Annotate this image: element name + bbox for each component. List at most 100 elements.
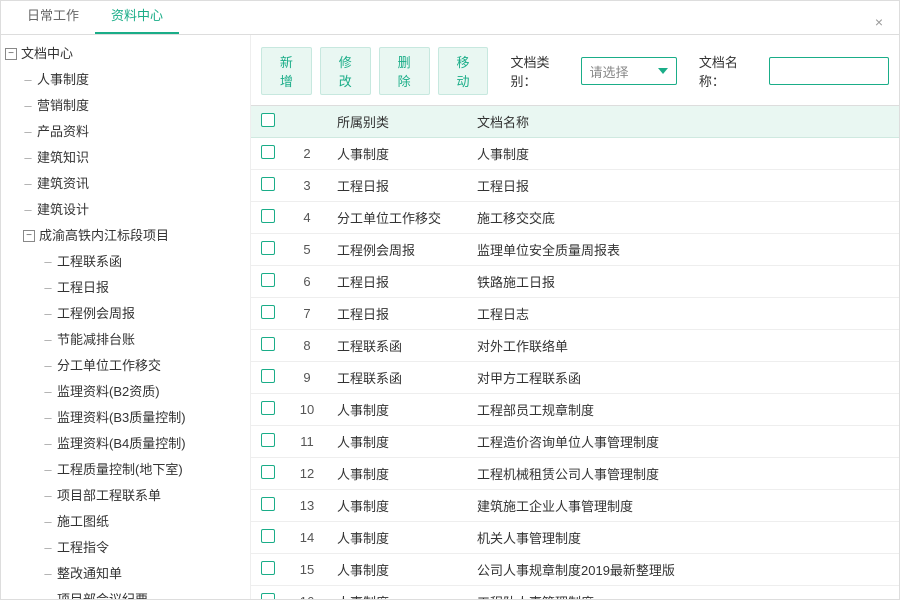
row-checkbox[interactable] [261,369,275,383]
tree-node[interactable]: –工程日报 [43,275,250,301]
table-row[interactable]: 10人事制度工程部员工规章制度 [251,394,899,426]
close-tab-icon[interactable]: × [869,10,889,34]
row-category: 人事制度 [329,138,469,170]
tree-node[interactable]: –工程例会周报 [43,301,250,327]
row-doc-name: 工程机械租赁公司人事管理制度 [469,458,899,490]
toolbar: 新增 修改 删除 移动 文档类别： 请选择 文档名称： [251,35,899,105]
tree-node[interactable]: −成渝高铁内江标段项目 [23,223,250,249]
table-row[interactable]: 12人事制度工程机械租赁公司人事管理制度 [251,458,899,490]
tree-node[interactable]: –建筑资讯 [23,171,250,197]
body: − 文档中心 –人事制度–营销制度–产品资料–建筑知识–建筑资讯–建筑设计−成渝… [1,35,899,599]
tree-node-label: 成渝高铁内江标段项目 [39,223,169,249]
row-checkbox[interactable] [261,401,275,415]
tree-node-label: 人事制度 [37,67,89,93]
row-checkbox[interactable] [261,241,275,255]
tree-node-label: 项目部工程联系单 [57,483,161,509]
leaf-dash-icon: – [43,327,53,353]
row-checkbox[interactable] [261,145,275,159]
tree-node[interactable]: –工程指令 [43,535,250,561]
tree-node[interactable]: –建筑设计 [23,197,250,223]
tree-node[interactable]: –监理资料(B2资质) [43,379,250,405]
row-checkbox[interactable] [261,337,275,351]
leaf-dash-icon: – [43,301,53,327]
collapse-icon[interactable]: − [5,48,17,60]
tree-node[interactable]: –工程联系函 [43,249,250,275]
table-row[interactable]: 11人事制度工程造价咨询单位人事管理制度 [251,426,899,458]
table-row[interactable]: 13人事制度建筑施工企业人事管理制度 [251,490,899,522]
row-index: 15 [285,554,329,586]
tree-node[interactable]: –分工单位工作移交 [43,353,250,379]
table-row[interactable]: 9工程联系函对甲方工程联系函 [251,362,899,394]
row-checkbox[interactable] [261,593,275,599]
documents-table: 所属别类 文档名称 2人事制度人事制度3工程日报工程日报4分工单位工作移交施工移… [251,106,899,599]
header-index [285,106,329,138]
category-select[interactable]: 请选择 [581,57,677,85]
row-checkbox[interactable] [261,497,275,511]
table-row[interactable]: 15人事制度公司人事规章制度2019最新整理版 [251,554,899,586]
row-index: 6 [285,266,329,298]
tree-node-label: 工程联系函 [57,249,122,275]
row-doc-name: 对甲方工程联系函 [469,362,899,394]
header-category[interactable]: 所属别类 [329,106,469,138]
add-button[interactable]: 新增 [261,47,312,95]
sidebar-tree: − 文档中心 –人事制度–营销制度–产品资料–建筑知识–建筑资讯–建筑设计−成渝… [1,35,251,599]
tree-node[interactable]: –建筑知识 [23,145,250,171]
leaf-dash-icon: – [43,509,53,535]
tree-node-label: 文档中心 [21,41,73,67]
table-row[interactable]: 7工程日报工程日志 [251,298,899,330]
tree-node[interactable]: –项目部工程联系单 [43,483,250,509]
tree-node[interactable]: –监理资料(B4质量控制) [43,431,250,457]
tree-node-label: 建筑知识 [37,145,89,171]
table-row[interactable]: 16人事制度工程队人事管理制度 [251,586,899,600]
tree-node[interactable]: –项目部会议纪要 [43,587,250,599]
row-index: 8 [285,330,329,362]
edit-button[interactable]: 修改 [320,47,371,95]
move-button[interactable]: 移动 [438,47,489,95]
tree-node-label: 工程质量控制(地下室) [57,457,183,483]
tree-node-label: 产品资料 [37,119,89,145]
collapse-icon[interactable]: − [23,230,35,242]
leaf-dash-icon: – [43,431,53,457]
tab-data-center[interactable]: 资料中心 [95,0,179,34]
tree-node[interactable]: –人事制度 [23,67,250,93]
select-all-checkbox[interactable] [261,113,275,127]
table-row[interactable]: 2人事制度人事制度 [251,138,899,170]
leaf-dash-icon: – [43,535,53,561]
row-index: 7 [285,298,329,330]
row-doc-name: 施工移交交底 [469,202,899,234]
row-checkbox[interactable] [261,177,275,191]
tree-node[interactable]: –节能减排台账 [43,327,250,353]
table-row[interactable]: 4分工单位工作移交施工移交交底 [251,202,899,234]
row-checkbox[interactable] [261,561,275,575]
tree-node[interactable]: –监理资料(B3质量控制) [43,405,250,431]
tree-node[interactable]: –整改通知单 [43,561,250,587]
row-category: 人事制度 [329,426,469,458]
leaf-dash-icon: – [43,405,53,431]
row-checkbox[interactable] [261,305,275,319]
table-row[interactable]: 6工程日报铁路施工日报 [251,266,899,298]
table-row[interactable]: 8工程联系函对外工作联络单 [251,330,899,362]
delete-button[interactable]: 删除 [379,47,430,95]
table-row[interactable]: 5工程例会周报监理单位安全质量周报表 [251,234,899,266]
tree-node[interactable]: –工程质量控制(地下室) [43,457,250,483]
row-checkbox[interactable] [261,209,275,223]
tree-node[interactable]: –营销制度 [23,93,250,119]
table-row[interactable]: 14人事制度机关人事管理制度 [251,522,899,554]
row-checkbox[interactable] [261,529,275,543]
doc-name-input[interactable] [769,57,889,85]
leaf-dash-icon: – [43,379,53,405]
row-checkbox[interactable] [261,465,275,479]
tree-root-doc-center[interactable]: − 文档中心 [5,41,250,67]
table-row[interactable]: 3工程日报工程日报 [251,170,899,202]
top-tabs: 日常工作 资料中心 × [1,1,899,35]
row-checkbox[interactable] [261,273,275,287]
tree-node[interactable]: –施工图纸 [43,509,250,535]
tab-daily-work[interactable]: 日常工作 [11,0,95,34]
tree-node[interactable]: –产品资料 [23,119,250,145]
tree-node-label: 建筑资讯 [37,171,89,197]
header-name[interactable]: 文档名称 [469,106,899,138]
row-checkbox[interactable] [261,433,275,447]
row-index: 13 [285,490,329,522]
row-category: 人事制度 [329,490,469,522]
leaf-dash-icon: – [43,457,53,483]
